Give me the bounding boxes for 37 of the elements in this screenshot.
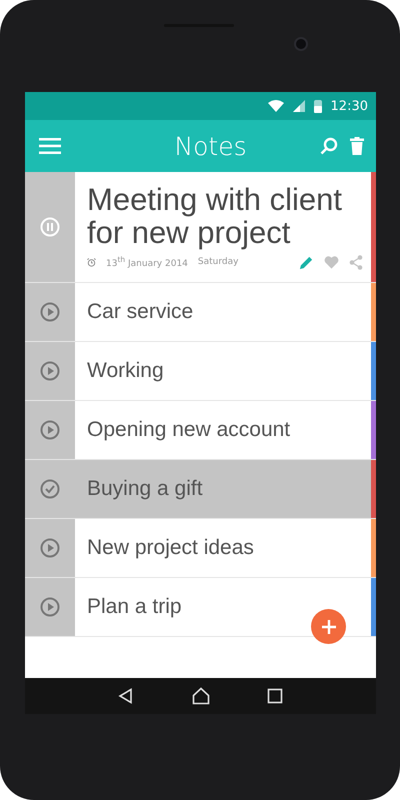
battery-icon bbox=[314, 99, 322, 113]
play-icon[interactable] bbox=[40, 597, 60, 617]
note-row[interactable]: Car service bbox=[25, 283, 376, 342]
note-row[interactable]: Working bbox=[25, 342, 376, 401]
note-title: New project ideas bbox=[87, 536, 255, 560]
plus-icon bbox=[320, 618, 336, 634]
note-title: Opening new account bbox=[87, 418, 292, 442]
note-row[interactable]: Buying a gift bbox=[25, 460, 376, 519]
share-icon[interactable] bbox=[349, 254, 363, 270]
pause-icon[interactable] bbox=[40, 217, 60, 237]
camera-lens bbox=[294, 36, 308, 50]
note-row[interactable]: Meeting with client for new project 13$^{th}$ January 2014 Saturday bbox=[25, 172, 376, 283]
play-icon[interactable] bbox=[40, 420, 60, 440]
menu-icon bbox=[39, 138, 61, 154]
search-icon bbox=[320, 137, 338, 155]
play-icon[interactable] bbox=[40, 538, 60, 558]
wifi-icon bbox=[268, 100, 284, 112]
note-title: Buying a gift bbox=[87, 477, 204, 501]
alarm-icon bbox=[87, 258, 96, 267]
check-icon[interactable] bbox=[40, 479, 60, 499]
note-title: Car service bbox=[87, 300, 194, 324]
note-row[interactable]: Plan a trip bbox=[25, 578, 376, 637]
note-day: Saturday bbox=[198, 257, 238, 268]
pencil-icon[interactable] bbox=[299, 254, 314, 270]
note-title: Working bbox=[87, 359, 165, 383]
app-title: Notes bbox=[173, 132, 248, 160]
status-time: 12:30 bbox=[330, 98, 368, 114]
note-title: Plan a trip bbox=[87, 595, 183, 619]
note-title: Meeting with client for new project bbox=[87, 184, 344, 250]
note-date: 13$^{th}$ January 2014 bbox=[106, 255, 188, 270]
note-row[interactable]: New project ideas bbox=[25, 519, 376, 578]
note-row[interactable]: Opening new account bbox=[25, 401, 376, 460]
play-icon[interactable] bbox=[40, 302, 60, 322]
signal-icon bbox=[292, 100, 305, 112]
trash-icon bbox=[350, 137, 364, 155]
heart-icon[interactable] bbox=[324, 255, 339, 270]
play-icon[interactable] bbox=[40, 361, 60, 381]
